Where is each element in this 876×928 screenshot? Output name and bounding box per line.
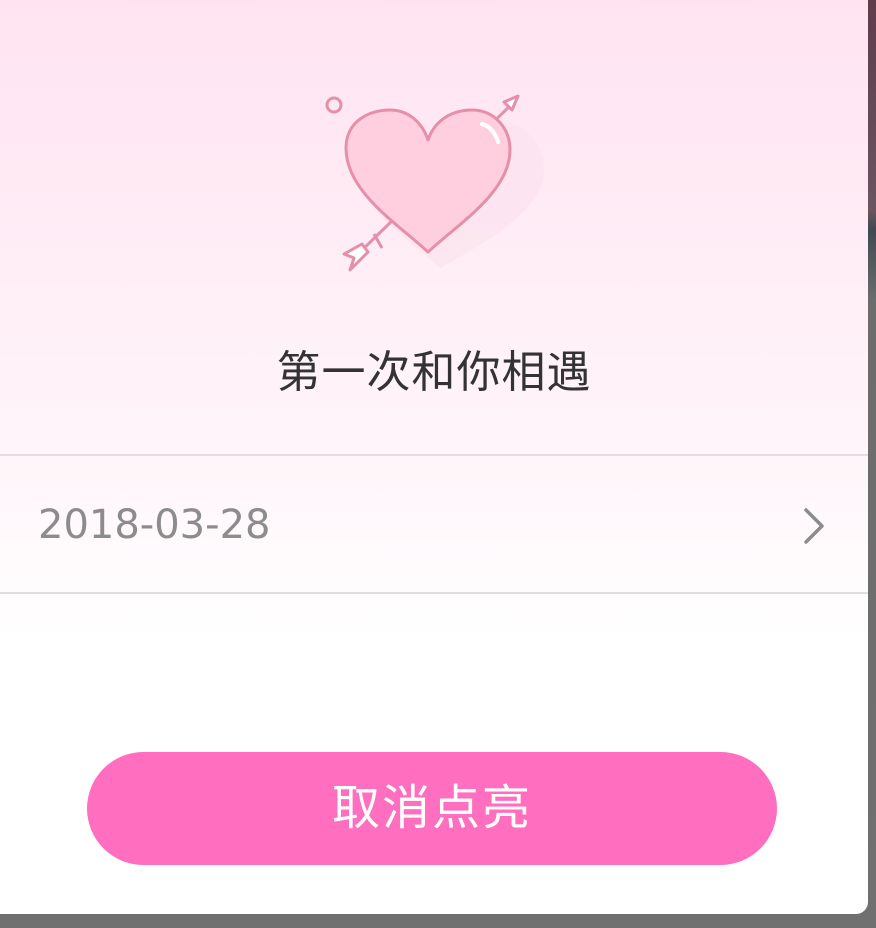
- date-picker-row[interactable]: 2018-03-28: [0, 454, 868, 594]
- chevron-right-icon: [800, 506, 830, 546]
- encounter-dialog: 第一次和你相遇 2018-03-28 取消点亮: [0, 0, 868, 914]
- heart-with-arrow-icon: [316, 88, 556, 288]
- cancel-light-button[interactable]: 取消点亮: [87, 752, 777, 865]
- date-value: 2018-03-28: [38, 502, 271, 548]
- dialog-title: 第一次和你相遇: [276, 347, 592, 398]
